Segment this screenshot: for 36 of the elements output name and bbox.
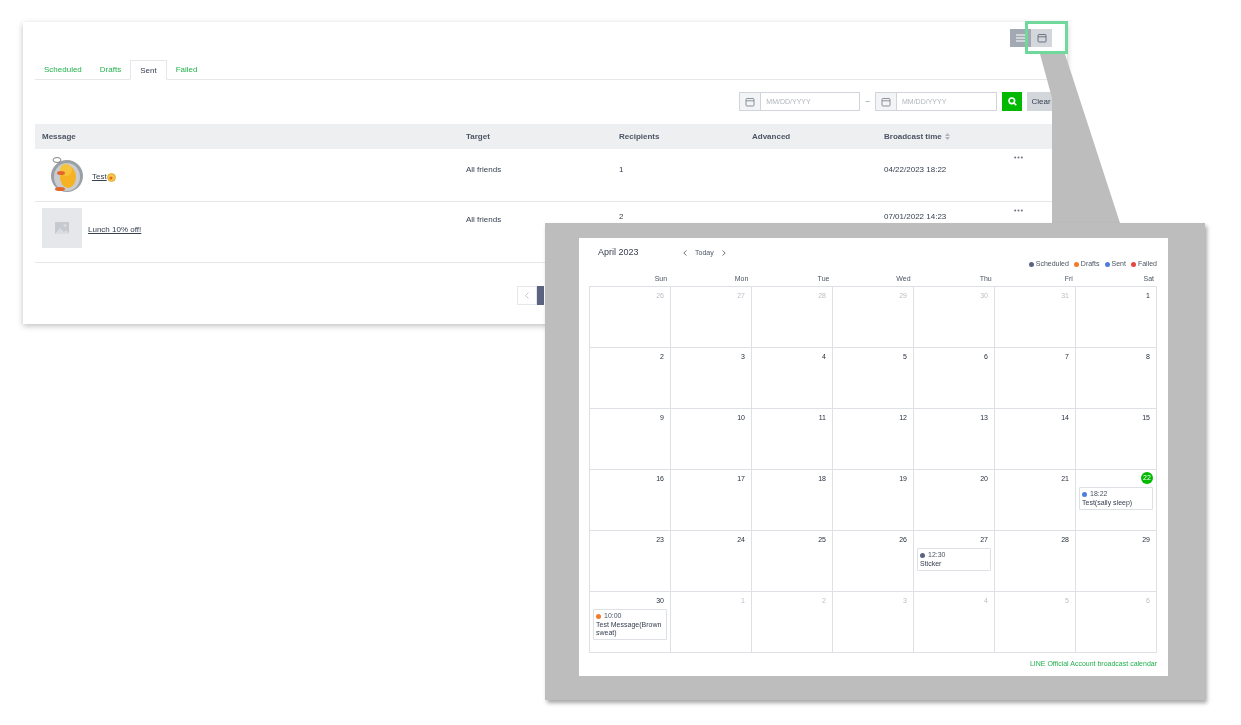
column-header: Broadcast time (884, 130, 942, 143)
search-icon (1007, 97, 1017, 106)
table-cell: 07/01/2022 14:23 (884, 212, 947, 221)
more-icon[interactable] (1014, 156, 1023, 159)
column-header: Advanced (752, 130, 791, 143)
table-cell: 04/22/2023 18:22 (884, 165, 947, 174)
column-header: Target (466, 130, 490, 143)
chevron-left-icon (525, 292, 529, 299)
table-cell: 1 (619, 165, 624, 174)
month-title: April 2023 (598, 246, 640, 260)
image-placeholder-icon (55, 221, 69, 234)
table-cell: 2 (619, 212, 624, 221)
tab[interactable]: Sent (130, 60, 167, 80)
column-header: Message (42, 130, 76, 143)
date-picker-button[interactable] (739, 92, 762, 111)
calendar-icon (881, 96, 891, 107)
table-cell: All friends (466, 215, 502, 224)
message-link[interactable]: Test (92, 171, 107, 183)
more-icon[interactable] (1014, 209, 1023, 212)
clear-button[interactable]: Clear (1027, 92, 1055, 111)
date-picker-button[interactable] (875, 92, 897, 111)
list-view-button[interactable] (1010, 29, 1031, 47)
range-separator: ~ (865, 95, 870, 108)
emoji-icon (106, 172, 116, 182)
chevron-right-icon (721, 250, 726, 256)
sort-icon[interactable] (944, 133, 950, 140)
column-header: Recipients (619, 130, 660, 143)
list-icon (1016, 34, 1025, 42)
highlight-frame (1025, 21, 1068, 54)
search-button[interactable] (1002, 92, 1022, 111)
chevron-left-icon (683, 250, 687, 256)
calendar-icon (745, 96, 756, 107)
calendar-icon (1036, 33, 1047, 43)
message-link[interactable]: Lunch 10% off! (88, 223, 142, 236)
calendar-view-button[interactable] (1031, 29, 1052, 47)
table-cell: All friends (466, 165, 502, 174)
